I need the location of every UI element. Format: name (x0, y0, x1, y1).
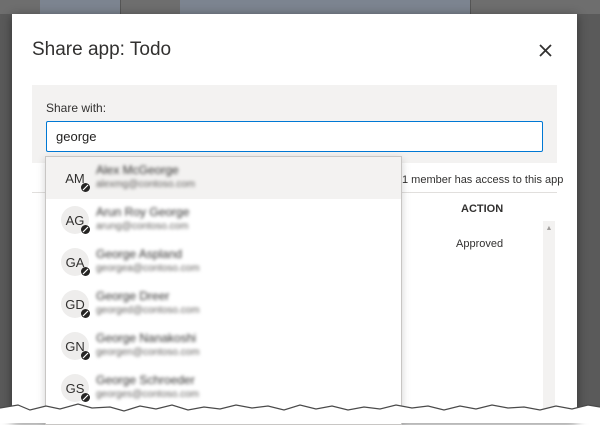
column-header-action: ACTION (461, 203, 504, 215)
suggestion-item[interactable]: AM Alex McGeorge alexmg@contoso.com (46, 157, 401, 199)
presence-offline-icon (81, 351, 90, 360)
row-action-status: Approved (456, 238, 504, 250)
suggestion-name: George Dreer (96, 289, 170, 303)
share-app-dialog: Share app: Todo Share with: 1 member has… (12, 14, 577, 425)
people-suggestions-dropdown: AM Alex McGeorge alexmg@contoso.com AG A… (45, 156, 402, 425)
presence-offline-icon (81, 267, 90, 276)
suggestion-name: Alex McGeorge (96, 163, 179, 177)
share-panel: Share with: (32, 85, 557, 163)
background-tab (40, 0, 121, 14)
suggestion-name: Arun Roy George (96, 205, 190, 219)
suggestion-item[interactable]: GA George Aspland georgea@contoso.com (46, 241, 401, 283)
suggestion-email: arung@contoso.com (96, 221, 189, 232)
share-with-label: Share with: (46, 101, 107, 115)
scroll-up-icon[interactable]: ▲ (543, 224, 555, 234)
table-scrollbar[interactable]: ▲ (543, 221, 555, 411)
suggestion-item[interactable]: GD George Dreer georged@contoso.com (46, 283, 401, 325)
close-icon (538, 43, 552, 57)
suggestion-email: georgen@contoso.com (96, 347, 200, 358)
presence-offline-icon (81, 309, 90, 318)
suggestion-name: George Aspland (96, 247, 183, 261)
suggestion-email: georgea@contoso.com (96, 263, 200, 274)
suggestion-item[interactable]: GN George Nanakoshi georgen@contoso.com (46, 325, 401, 367)
suggestion-name: George Nanakoshi (96, 331, 197, 345)
share-with-input[interactable] (46, 121, 543, 152)
dialog-title: Share app: Todo (32, 39, 172, 60)
members-access-text: 1 member has access to this app (402, 174, 564, 186)
presence-offline-icon (81, 225, 90, 234)
background-tab (180, 0, 471, 14)
suggestion-item[interactable]: AG Arun Roy George arung@contoso.com (46, 199, 401, 241)
torn-edge (0, 403, 600, 423)
background-tab-strip (0, 0, 600, 14)
presence-offline-icon (81, 183, 90, 192)
suggestion-name: George Schroeder (96, 373, 195, 387)
close-button[interactable] (535, 40, 555, 60)
suggestion-email: alexmg@contoso.com (96, 179, 196, 190)
suggestion-email: georged@contoso.com (96, 305, 200, 316)
